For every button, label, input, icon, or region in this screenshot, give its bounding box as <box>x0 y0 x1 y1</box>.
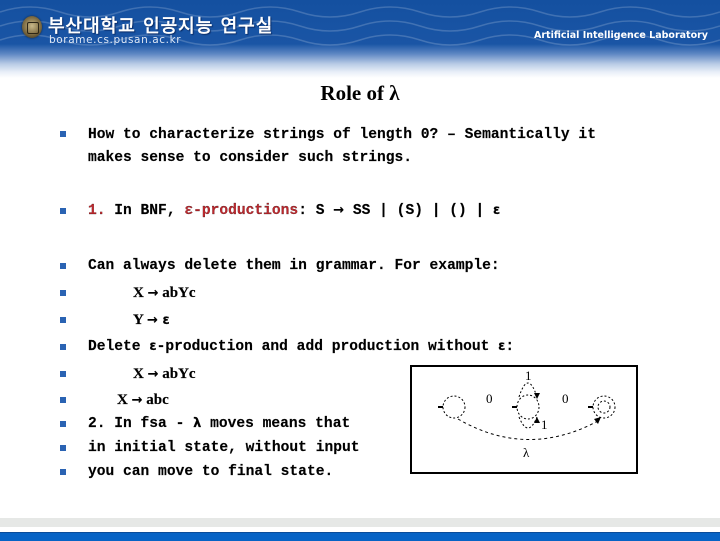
bullet-text-continuation: makes sense to consider such strings. <box>88 150 412 166</box>
footer-grey-bar <box>0 518 720 527</box>
text-fragment: moves means that <box>201 416 351 432</box>
bullet-icon <box>60 317 66 323</box>
rule-lhs: X <box>117 392 132 408</box>
bullet-text: How to characterize strings of length 0?… <box>88 127 596 143</box>
text-fragment: : S <box>298 203 334 219</box>
rule-lhs: X <box>133 285 148 301</box>
rule-lhs: X <box>133 366 148 382</box>
text-fragment: SS | (S) | () | <box>344 203 494 219</box>
rule-rhs: abYc <box>158 366 196 382</box>
rule-rhs: abYc <box>158 285 196 301</box>
bullet-icon <box>60 290 66 296</box>
highlighted-term: ε-productions <box>184 203 299 219</box>
rule-lhs: Y <box>133 312 148 328</box>
fsa-label: 1 <box>525 368 532 383</box>
arrow-icon: → <box>131 393 143 408</box>
university-emblem-icon <box>22 16 42 38</box>
bullet-icon <box>60 445 66 451</box>
fsa-state-initial <box>442 395 466 419</box>
bullet-icon <box>60 208 66 214</box>
text-fragment: -production and add production without <box>156 339 499 355</box>
fsa-state-middle <box>516 394 540 420</box>
slide-title: Role of λ <box>320 81 400 105</box>
item-number: 1. <box>88 203 106 219</box>
production-rule: Y → ε <box>133 312 170 329</box>
production-rule: X → abc <box>117 392 169 409</box>
bullet-line: How to characterize strings of length 0?… <box>88 127 596 143</box>
bullet-text: in initial state, without input <box>88 440 360 456</box>
fsa-diagram-svg: 0 0 1 1 λ <box>438 368 616 460</box>
bullet-line: makes sense to consider such strings. <box>88 150 413 166</box>
bullet-text: 2. In fsa - λ moves means that <box>88 416 350 432</box>
bullet-text: Delete ε-production and add production w… <box>88 339 514 355</box>
rule-rhs: abc <box>142 392 169 408</box>
arrow-icon: → <box>147 367 159 382</box>
bullet-text: 1. In BNF, ε-productions: S → SS | (S) |… <box>88 203 500 219</box>
text-fragment: In BNF, <box>105 203 185 219</box>
fsa-label: 0 <box>486 391 493 406</box>
fsa-label: 0 <box>562 391 569 406</box>
arrow-icon: → <box>147 313 158 328</box>
lab-url: borame.cs.pusan.ac.kr <box>49 34 182 46</box>
bullet-icon <box>60 469 66 475</box>
text-fragment: Delete <box>88 339 150 355</box>
bullet-icon <box>60 397 66 403</box>
bullet-text: Can always delete them in grammar. For e… <box>88 258 500 274</box>
arrow-icon: → <box>147 286 159 301</box>
bullet-text: you can move to final state. <box>88 464 334 480</box>
bullet-icon <box>60 263 66 269</box>
bullet-icon <box>60 421 66 427</box>
header-banner: 부산대학교 인공지능 연구실 borame.cs.pusan.ac.kr Art… <box>0 0 720 78</box>
text-fragment: : <box>505 339 515 355</box>
lab-name-english: Artificial Intelligence Laboratory <box>533 30 708 41</box>
bullet-icon <box>60 131 66 137</box>
production-rule: X → abYc <box>133 285 196 302</box>
epsilon-symbol: ε <box>493 203 501 218</box>
production-rule: X → abYc <box>133 366 196 383</box>
loop-arrowhead-icon <box>534 417 540 423</box>
rule-rhs: ε <box>157 313 170 328</box>
text-fragment: 2. In fsa - <box>88 416 194 432</box>
epsilon-symbol: ε <box>149 339 157 354</box>
lambda-transition <box>457 418 599 440</box>
bullet-icon <box>60 371 66 377</box>
fsa-label: λ <box>523 445 530 460</box>
lambda-arrowhead-icon <box>594 417 601 424</box>
fsa-state-final-inner <box>597 400 611 414</box>
fsa-state-final <box>592 395 616 419</box>
bullet-icon <box>60 344 66 350</box>
fsa-diagram: 0 0 1 1 λ <box>410 365 638 474</box>
fsa-label: 1 <box>541 417 548 432</box>
arrow-icon: → <box>333 203 345 218</box>
